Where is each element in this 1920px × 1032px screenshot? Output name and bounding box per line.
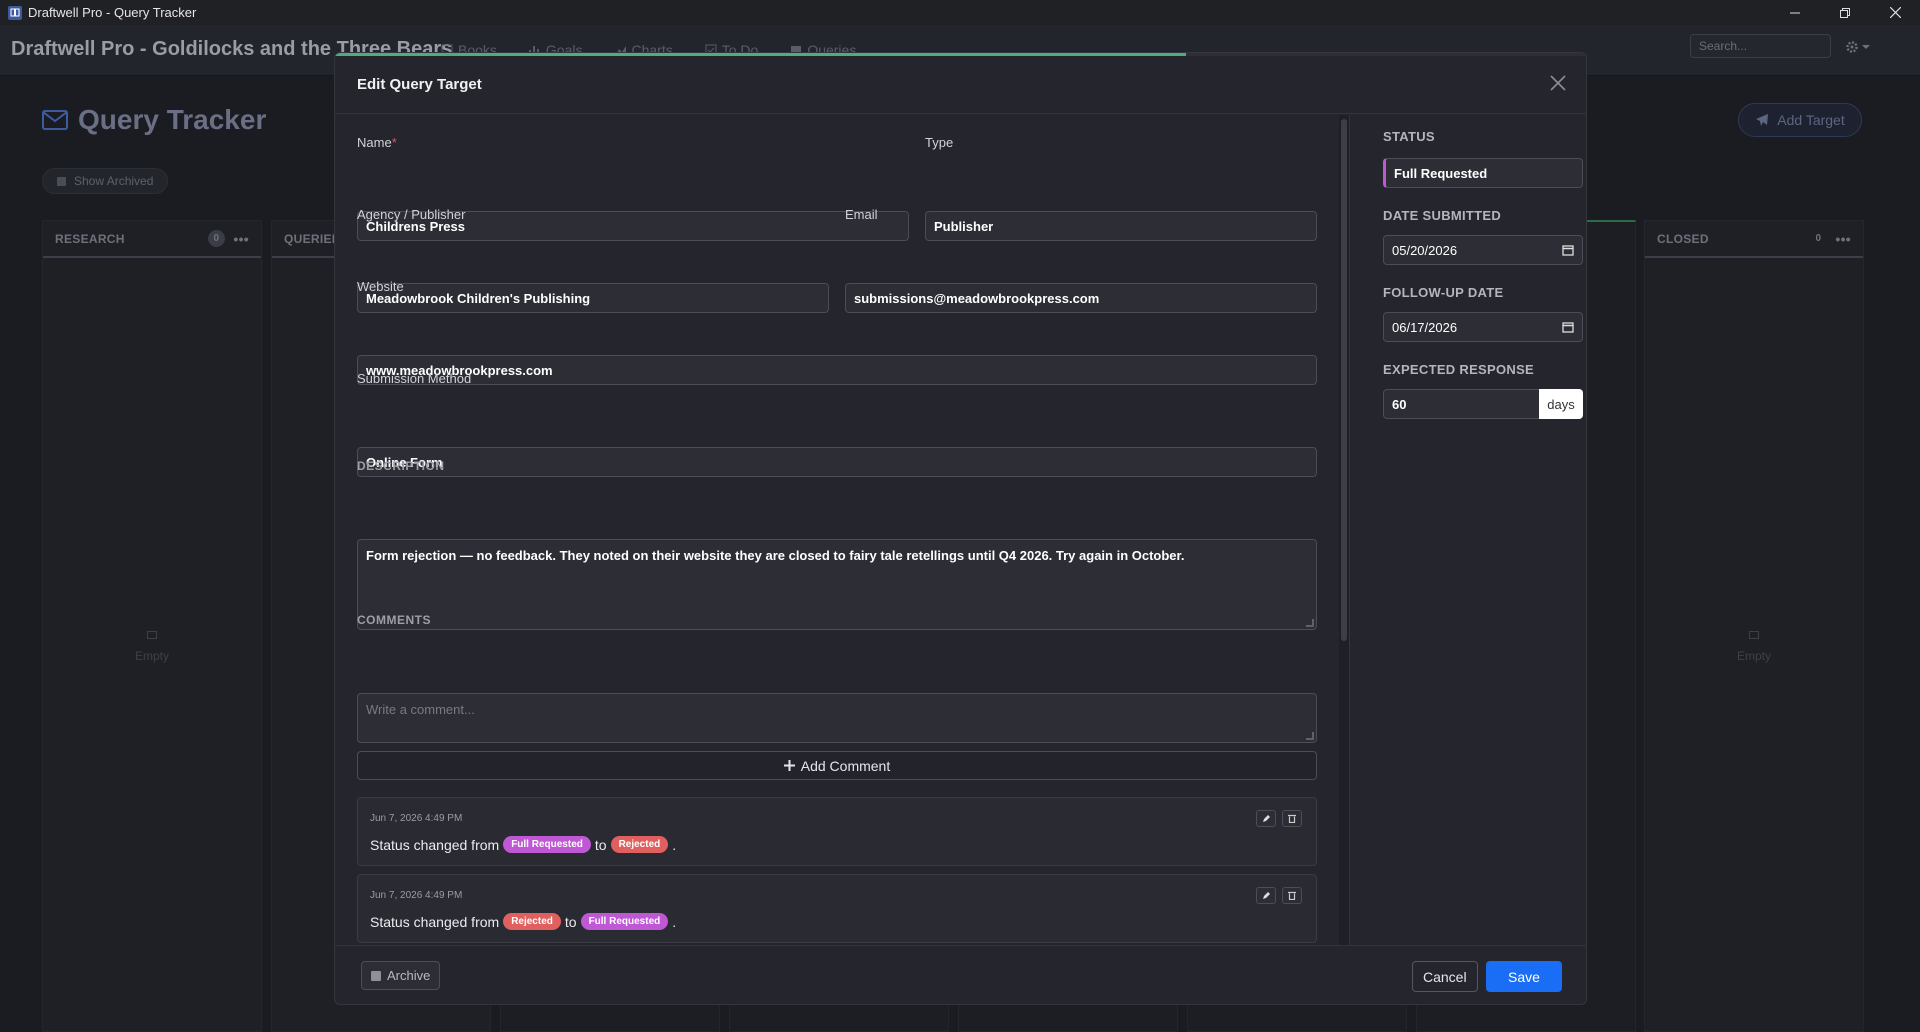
settings-menu[interactable] bbox=[1845, 40, 1870, 54]
trash-icon bbox=[1288, 891, 1296, 900]
status-sidebar: STATUS Full Requested DATE SUBMITTED 05/… bbox=[1349, 115, 1586, 945]
window-controls bbox=[1770, 0, 1920, 25]
edit-comment-button[interactable] bbox=[1256, 887, 1276, 904]
inbox-icon bbox=[147, 631, 157, 639]
search-input[interactable]: Search... bbox=[1690, 34, 1831, 58]
kanban-column-closed: CLOSED 0 ••• Empty bbox=[1644, 220, 1864, 1032]
resize-handle[interactable] bbox=[1306, 732, 1314, 740]
minimize-button[interactable] bbox=[1770, 0, 1820, 25]
status-badge-to: Rejected bbox=[610, 836, 669, 853]
modal-title: Edit Query Target bbox=[357, 76, 482, 93]
edit-query-target-modal: Edit Query Target Name* Childrens Press … bbox=[334, 52, 1587, 1005]
edit-comment-button[interactable] bbox=[1256, 810, 1276, 827]
website-label: Website bbox=[357, 279, 404, 294]
scrollbar[interactable] bbox=[1339, 115, 1349, 945]
status-label: STATUS bbox=[1383, 129, 1435, 144]
more-icon[interactable]: ••• bbox=[233, 231, 249, 247]
archive-button[interactable]: Archive bbox=[361, 961, 441, 990]
comment-timestamp: Jun 7, 2026 4:49 PM bbox=[370, 890, 463, 901]
days-unit-label: days bbox=[1539, 389, 1583, 419]
description-heading: DESCRIPTION bbox=[357, 459, 445, 473]
description-textarea[interactable]: Form rejection — no feedback. They noted… bbox=[357, 539, 1317, 630]
resize-handle[interactable] bbox=[1306, 619, 1314, 627]
trash-icon bbox=[1288, 814, 1296, 823]
date-submitted-label: DATE SUBMITTED bbox=[1383, 208, 1502, 223]
status-badge-from: Full Requested bbox=[503, 836, 591, 853]
type-label: Type bbox=[925, 135, 954, 150]
required-marker: * bbox=[391, 135, 397, 150]
status-select[interactable]: Full Requested bbox=[1383, 158, 1583, 188]
email-label: Email bbox=[845, 207, 878, 222]
empty-state: Empty bbox=[43, 631, 261, 663]
window-title: Draftwell Pro - Query Tracker bbox=[28, 5, 197, 20]
type-field[interactable]: Publisher bbox=[925, 211, 1317, 241]
comment-actions bbox=[1256, 810, 1302, 827]
scrollbar-thumb[interactable] bbox=[1341, 119, 1347, 641]
name-label: Name* bbox=[357, 135, 397, 150]
pencil-icon bbox=[1262, 815, 1270, 822]
column-count-badge: 0 bbox=[1815, 233, 1822, 244]
calendar-icon bbox=[1562, 322, 1574, 333]
gear-icon bbox=[1846, 41, 1858, 53]
agency-field[interactable]: Meadowbrook Children's Publishing bbox=[357, 283, 829, 313]
expected-response-group: 60 days bbox=[1383, 389, 1583, 419]
comment-actions bbox=[1256, 887, 1302, 904]
comment-item: Jun 7, 2026 4:49 PM Status changed from Re… bbox=[357, 874, 1317, 943]
pencil-icon bbox=[1262, 892, 1270, 899]
checkbox-icon bbox=[57, 176, 66, 186]
comment-timestamp: Jun 7, 2026 4:49 PM bbox=[370, 813, 463, 824]
delete-comment-button[interactable] bbox=[1282, 887, 1302, 904]
status-badge-from: Rejected bbox=[503, 913, 561, 930]
follow-up-date-label: FOLLOW-UP DATE bbox=[1383, 285, 1504, 300]
close-window-button[interactable] bbox=[1870, 0, 1920, 25]
envelope-icon bbox=[42, 110, 68, 130]
comment-text: Status changed from Full Requested to Rejec… bbox=[370, 836, 677, 853]
add-target-button[interactable]: Add Target bbox=[1738, 103, 1862, 137]
status-badge-to: Full Requested bbox=[580, 913, 669, 930]
empty-state: Empty bbox=[1645, 631, 1863, 663]
agency-label: Agency / Publisher bbox=[357, 207, 466, 222]
column-count-badge: 0 bbox=[207, 230, 226, 247]
email-field[interactable]: submissions@meadowbrookpress.com bbox=[845, 283, 1317, 313]
add-comment-button[interactable]: Add Comment bbox=[357, 751, 1317, 780]
column-header: RESEARCH 0 ••• bbox=[43, 221, 261, 258]
close-icon[interactable] bbox=[1550, 75, 1566, 91]
save-button[interactable]: Save bbox=[1486, 961, 1562, 992]
comment-item: Jun 7, 2026 4:49 PM Status changed from Fu… bbox=[357, 797, 1317, 866]
expected-response-label: EXPECTED RESPONSE bbox=[1383, 362, 1535, 377]
kanban-column-research: RESEARCH 0 ••• Empty bbox=[42, 220, 262, 1032]
cancel-button[interactable]: Cancel bbox=[1412, 961, 1478, 992]
comment-input[interactable]: Write a comment... bbox=[357, 693, 1317, 743]
date-submitted-field[interactable]: 05/20/2026 bbox=[1383, 235, 1583, 265]
form-panel: Name* Childrens Press Type Publisher Age… bbox=[357, 115, 1317, 945]
submission-method-field[interactable]: Online Form bbox=[357, 447, 1317, 477]
comment-text: Status changed from Rejected to Full Reques… bbox=[370, 913, 677, 930]
paper-plane-icon bbox=[1756, 114, 1769, 126]
modal-body: Name* Childrens Press Type Publisher Age… bbox=[335, 115, 1586, 945]
inbox-icon bbox=[1749, 631, 1759, 639]
delete-comment-button[interactable] bbox=[1282, 810, 1302, 827]
calendar-icon bbox=[1562, 245, 1574, 256]
archive-icon bbox=[371, 970, 381, 981]
page-title: Query Tracker bbox=[42, 104, 266, 136]
modal-header: Edit Query Target bbox=[335, 56, 1586, 114]
modal-footer: Archive Cancel Save bbox=[335, 945, 1586, 1004]
more-icon[interactable]: ••• bbox=[1835, 231, 1851, 247]
window-titlebar: Draftwell Pro - Query Tracker bbox=[0, 0, 1920, 25]
website-field[interactable]: www.meadowbrookpress.com bbox=[357, 355, 1317, 385]
app-icon bbox=[8, 5, 22, 20]
column-header: CLOSED 0 ••• bbox=[1645, 221, 1863, 258]
plus-icon bbox=[783, 760, 795, 771]
restore-button[interactable] bbox=[1820, 0, 1870, 25]
chevron-down-icon bbox=[1862, 45, 1870, 49]
follow-up-date-field[interactable]: 06/17/2026 bbox=[1383, 312, 1583, 342]
show-archived-toggle[interactable]: Show Archived bbox=[42, 168, 169, 194]
expected-response-field[interactable]: 60 bbox=[1383, 389, 1539, 419]
submission-method-label: Submission Method bbox=[357, 371, 472, 386]
comments-heading: COMMENTS bbox=[357, 613, 431, 627]
